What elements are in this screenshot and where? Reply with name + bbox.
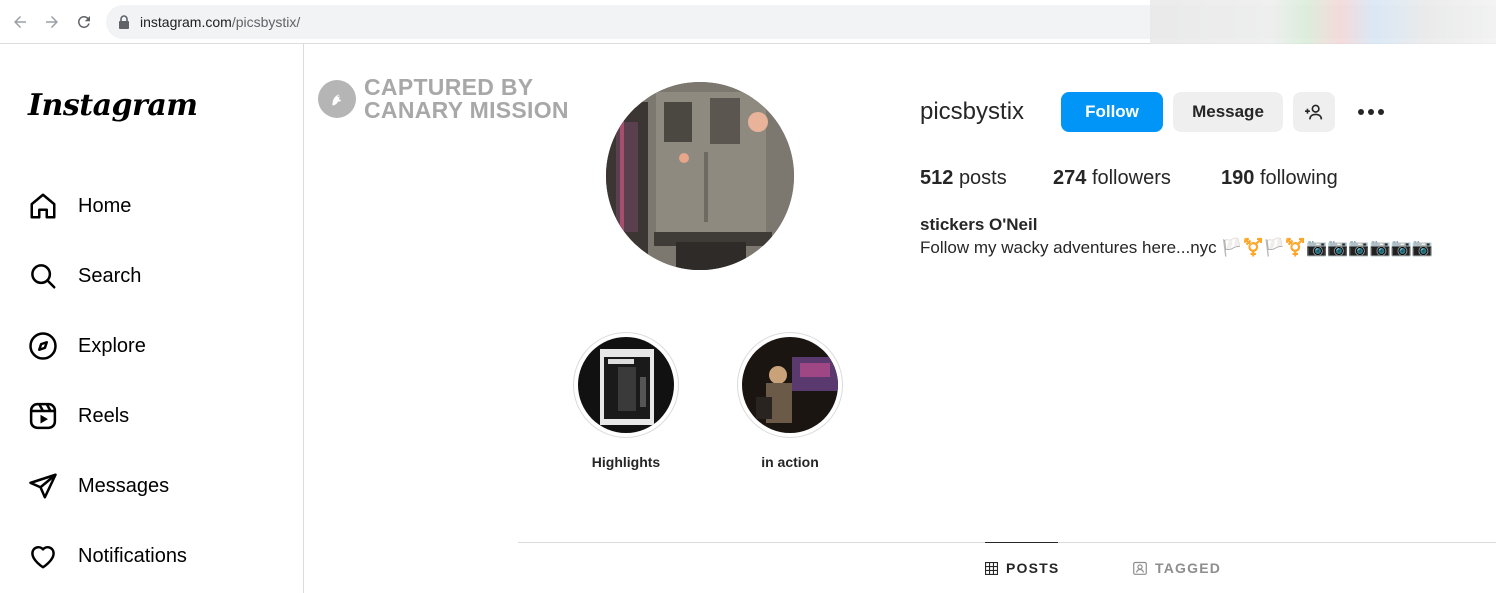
home-icon <box>26 189 60 223</box>
sidebar-item-messages[interactable]: Messages <box>26 466 286 506</box>
following-count: 190 <box>1221 167 1255 189</box>
forward-button[interactable] <box>40 10 64 34</box>
highlight-thumbnail <box>578 337 674 433</box>
blurred-extensions-area <box>1150 0 1496 44</box>
sidebar-item-label: Notifications <box>78 544 187 567</box>
posts-stat: 512 posts <box>920 167 1007 190</box>
sidebar-item-label: Reels <box>78 404 130 427</box>
instagram-logo[interactable]: Instagram <box>28 88 198 123</box>
highlight-ring <box>573 332 679 438</box>
more-options-button[interactable] <box>1352 98 1390 126</box>
tab-posts-label: POSTS <box>1006 560 1060 576</box>
arrow-right-icon <box>46 16 58 28</box>
tagged-user-icon <box>1133 561 1147 575</box>
following-label: following <box>1259 167 1338 189</box>
sidebar-item-label: Explore <box>78 334 146 357</box>
posts-label: posts <box>958 167 1007 189</box>
reload-button[interactable] <box>72 10 96 34</box>
watermark-text: CAPTURED BY CANARY MISSION <box>364 76 569 122</box>
following-stat[interactable]: 190 following <box>1221 167 1338 190</box>
add-person-icon <box>1305 104 1323 120</box>
tab-tagged[interactable]: TAGGED <box>1133 542 1221 593</box>
profile-full-name: stickers O'Neil <box>920 215 1038 234</box>
url-text: instagram.com/picsbystix/ <box>140 14 300 30</box>
story-highlight[interactable]: Highlights <box>573 332 679 470</box>
story-highlight[interactable]: in action <box>737 332 843 470</box>
reload-icon <box>77 15 90 28</box>
sidebar-item-explore[interactable]: Explore <box>26 326 286 366</box>
canary-mission-watermark: CAPTURED BY CANARY MISSION <box>318 76 569 122</box>
sidebar-item-search[interactable]: Search <box>26 256 286 296</box>
watermark-line-2: CANARY MISSION <box>364 97 569 123</box>
reels-icon <box>26 399 60 433</box>
message-button[interactable]: Message <box>1173 92 1283 132</box>
followers-label: followers <box>1091 167 1171 189</box>
posts-count: 512 <box>920 167 954 189</box>
subway-train-image <box>606 82 794 270</box>
suggest-people-button[interactable] <box>1293 92 1335 132</box>
sidebar-item-notifications[interactable]: Notifications <box>26 536 286 576</box>
grid-icon <box>985 561 998 575</box>
followers-stat[interactable]: 274 followers <box>1053 167 1171 190</box>
url-host: instagram.com <box>140 14 232 30</box>
url-path: /picsbystix/ <box>231 14 301 30</box>
browser-toolbar: instagram.com/picsbystix/ <box>0 0 1496 44</box>
profile-avatar[interactable] <box>606 82 794 270</box>
back-button[interactable] <box>8 10 32 34</box>
highlight-ring <box>737 332 843 438</box>
follow-button[interactable]: Follow <box>1061 92 1163 132</box>
sidebar-item-label: Messages <box>78 474 170 497</box>
paper-plane-icon <box>26 469 60 503</box>
highlight-label: Highlights <box>591 454 661 470</box>
watermark-line-1: CAPTURED BY <box>364 74 534 100</box>
sidebar-item-label: Search <box>78 264 142 287</box>
profile-bio: Follow my wacky adventures here...nyc 🏳️… <box>920 238 1434 257</box>
more-dots-icon <box>1358 109 1384 115</box>
search-icon <box>26 259 60 293</box>
heart-icon <box>26 539 60 573</box>
highlight-thumbnail <box>742 337 838 433</box>
profile-username: picsbystix <box>920 98 1025 125</box>
sidebar-item-home[interactable]: Home <box>26 186 286 226</box>
sidebar-item-label: Home <box>78 194 132 217</box>
followers-count: 274 <box>1053 167 1087 189</box>
compass-icon <box>26 329 60 363</box>
canary-bird-icon <box>318 80 356 118</box>
sidebar: Instagram Home Search Explore Reels Mess… <box>0 44 304 593</box>
arrow-left-icon <box>14 16 26 28</box>
lock-icon <box>119 15 129 29</box>
sidebar-item-reels[interactable]: Reels <box>26 396 286 436</box>
tab-posts[interactable]: POSTS <box>985 542 1058 593</box>
highlight-label: in action <box>761 454 819 470</box>
tab-tagged-label: TAGGED <box>1155 559 1222 576</box>
